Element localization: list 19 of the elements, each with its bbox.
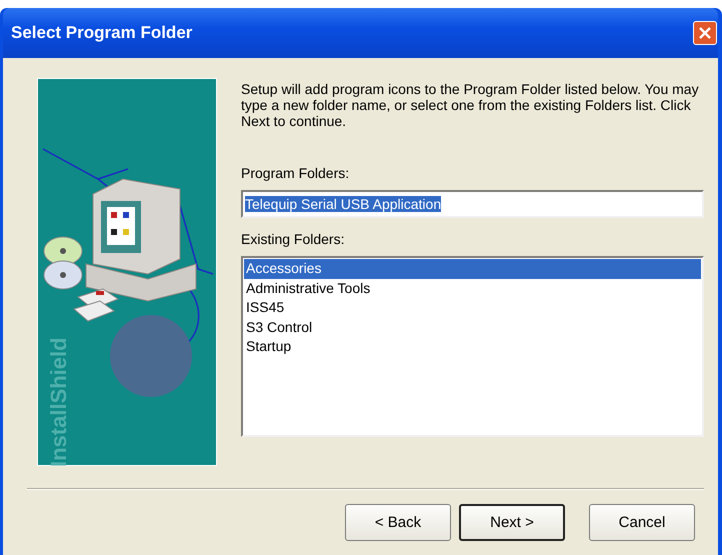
wizard-button[interactable]: Next >: [459, 504, 565, 541]
folder-item[interactable]: Accessories: [244, 259, 701, 278]
folders-list[interactable]: Accessories Administrative Tools ISS45 S3 Control Startup: [241, 256, 704, 437]
program-folders-label: Program Folders:: [241, 165, 350, 181]
wizard-button[interactable]: Cancel: [589, 504, 695, 541]
folder-item[interactable]: Administrative Tools: [244, 278, 701, 298]
wizard-button[interactable]: < Back: [345, 504, 451, 541]
program-folder-field[interactable]: Telequip Serial USB Application: [241, 190, 704, 218]
close-button[interactable]: [693, 21, 717, 45]
folder-item[interactable]: S3 Control: [244, 318, 701, 337]
window-title: Select Program Folder: [11, 23, 192, 43]
discs-drawing: [44, 236, 82, 290]
brand-text: InstallShield: [46, 336, 72, 467]
folder-item[interactable]: Startup: [244, 337, 701, 356]
folder-item[interactable]: ISS45: [244, 298, 701, 318]
floppy-disks-drawing: [72, 288, 120, 322]
existing-folders-label: Existing Folders:: [241, 231, 346, 247]
close-icon: [698, 26, 712, 40]
instructions-text: Setup will add program icons to the Program Folder listed below. You may type a new folder name, or select one from the existing Folders list. Click Next to continue.: [241, 81, 700, 129]
